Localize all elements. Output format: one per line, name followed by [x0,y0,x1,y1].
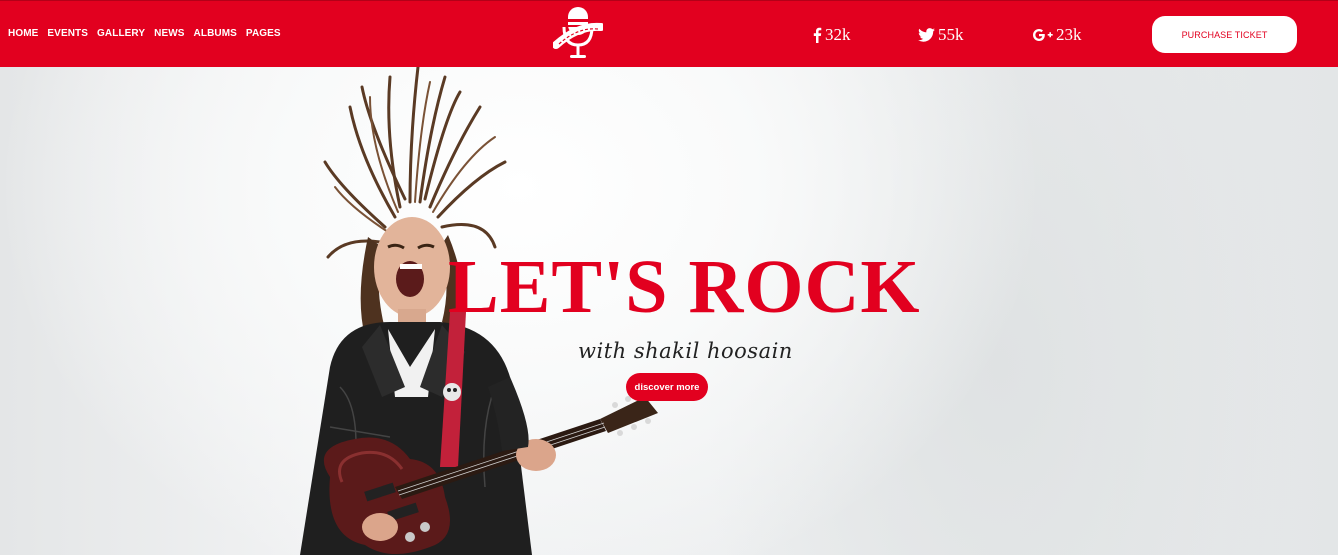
hero-subtitle: with shakil hoosain [578,339,793,363]
hero-banner: LET'S ROCK with shakil hoosain discover … [0,67,1338,555]
facebook-stat[interactable]: 32k [812,25,851,45]
nav-item-albums[interactable]: ALBUMS [194,28,237,39]
nav-item-events[interactable]: EVENTS [47,28,88,39]
site-logo[interactable] [552,5,605,65]
nav-item-news[interactable]: NEWS [154,28,184,39]
twitter-icon [918,28,935,42]
google-plus-stat[interactable]: 23k [1033,25,1082,45]
microphone-logo-icon [552,7,605,58]
google-plus-count: 23k [1056,25,1082,44]
nav-item-pages[interactable]: PAGES [246,28,281,39]
google-plus-icon [1033,29,1053,41]
facebook-count: 32k [825,25,851,44]
main-nav: HOME EVENTS GALLERY NEWS ALBUMS PAGES [8,28,281,39]
twitter-stat[interactable]: 55k [918,25,964,45]
nav-item-gallery[interactable]: GALLERY [97,28,145,39]
purchase-ticket-button[interactable]: PURCHASE TICKET [1152,16,1297,53]
hero-title: LET'S ROCK [448,245,921,329]
site-header: HOME EVENTS GALLERY NEWS ALBUMS PAGES 32… [0,0,1338,67]
twitter-count: 55k [938,25,964,44]
discover-more-button[interactable]: discover more [626,373,708,401]
nav-item-home[interactable]: HOME [8,28,38,39]
facebook-icon [813,27,822,43]
